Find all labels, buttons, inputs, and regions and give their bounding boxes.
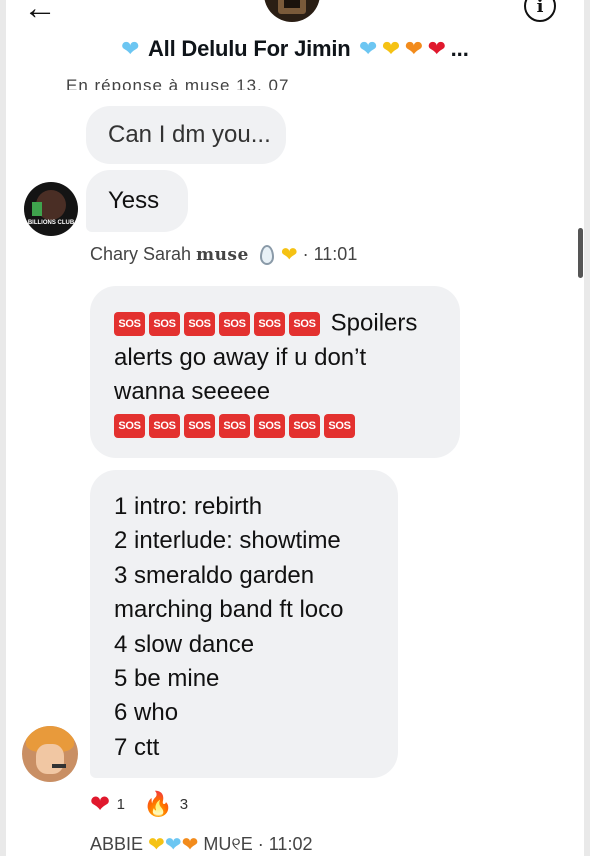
sos-icon: SOS: [184, 311, 215, 336]
conversation-title: All Delulu For Jimin: [147, 36, 351, 61]
sos-icon: SOS: [149, 414, 180, 439]
avatar[interactable]: [22, 726, 78, 782]
orange-heart-icon: ❤: [181, 834, 199, 856]
scrollbar[interactable]: [578, 228, 583, 278]
track-line: 7 ctt: [114, 733, 160, 761]
avatar-detail: [32, 202, 42, 216]
track-line: 3 smeraldo garden: [114, 561, 315, 589]
reaction-count: 1: [116, 796, 125, 813]
yellow-heart-icon: ❤: [381, 36, 401, 61]
sos-icon: SOS: [289, 414, 320, 439]
orange-heart-icon: ❤: [404, 36, 424, 61]
fire-icon: 🔥: [143, 791, 174, 818]
sos-icon: SOS: [114, 311, 145, 336]
track-line: 4 slow dance: [114, 630, 255, 658]
avatar-caption: BILLIONS CLUB: [27, 220, 75, 226]
group-avatar-detail: [284, 0, 300, 8]
track-line: 5 be mine: [114, 665, 220, 693]
track-line: 6 who: [114, 699, 179, 727]
dm-screen: ← i ❤ All Delulu For Jimin ❤ ❤ ❤ ❤ ... E…: [6, 0, 584, 856]
reaction-fire[interactable]: 🔥 3: [143, 790, 188, 819]
message-text: alerts go away if u don’t: [114, 343, 367, 371]
message-text: Spoilers: [330, 309, 418, 337]
avatar-face: [36, 744, 64, 774]
sender-tag: MU୧E: [203, 834, 253, 854]
sender-tag: muse: [196, 245, 249, 265]
message-bubble[interactable]: Can I dm you...: [86, 106, 286, 164]
sos-icon: SOS: [219, 414, 250, 439]
sos-icon: SOS: [114, 414, 145, 439]
sos-icon: SOS: [184, 414, 215, 439]
spoiler-message-bubble[interactable]: SOS SOS SOS SOS SOS SOS Spoilers alerts go aw…: [90, 286, 460, 458]
back-arrow-icon[interactable]: ←: [20, 0, 60, 26]
red-heart-icon: ❤: [427, 36, 447, 61]
sos-icon: SOS: [324, 414, 355, 439]
info-icon[interactable]: i: [524, 0, 556, 22]
message-meta: Chary Sarah muse ❤ · 11:01: [90, 244, 357, 266]
quoted-reply-strip: En réponse à muse 13, 07: [66, 76, 290, 90]
reactions-row: ❤ 1 🔥 3: [90, 790, 202, 819]
message-text: Can I dm you...: [108, 121, 271, 148]
sos-icon: SOS: [254, 414, 285, 439]
sos-icon: SOS: [219, 311, 250, 336]
message-time: · 11:02: [257, 834, 313, 854]
title-ellipsis: ...: [450, 36, 469, 61]
track-line: 2 interlude: showtime: [114, 527, 341, 555]
yellow-heart-icon: ❤: [148, 834, 165, 856]
moonstone-icon: [259, 245, 274, 266]
tracklist-message-bubble[interactable]: 1 intro: rebirth 2 interlude: showtime 3…: [90, 470, 398, 778]
blue-heart-icon: ❤: [121, 36, 140, 61]
message-text: Yess: [108, 187, 160, 214]
track-line: 1 intro: rebirth: [114, 493, 263, 520]
blue-heart-icon: ❤: [359, 36, 378, 61]
avatar[interactable]: BILLIONS CLUB: [24, 182, 78, 236]
sos-icon: SOS: [254, 311, 285, 336]
group-avatar[interactable]: [264, 0, 320, 22]
sender-name: Chary Sarah: [90, 244, 192, 264]
message-text: wanna seeeee: [114, 377, 271, 405]
red-heart-icon: ❤: [90, 791, 111, 818]
message-bubble[interactable]: Yess: [86, 170, 188, 232]
message-time: · 11:01: [302, 244, 358, 264]
sos-icon: SOS: [149, 311, 180, 336]
sender-name: ABBIE: [90, 834, 144, 854]
reaction-count: 3: [179, 796, 189, 813]
sos-icon: SOS: [289, 311, 320, 336]
avatar-detail: [52, 764, 66, 768]
blue-heart-icon: ❤: [164, 834, 182, 856]
reaction-heart[interactable]: ❤ 1: [90, 790, 125, 819]
message-meta: ABBIE ❤❤❤ MU୧E · 11:02: [90, 834, 312, 856]
conversation-title-row[interactable]: ❤ All Delulu For Jimin ❤ ❤ ❤ ❤ ...: [6, 36, 584, 72]
track-line: marching band ft loco: [114, 596, 344, 624]
yellow-heart-icon: ❤: [280, 244, 298, 267]
